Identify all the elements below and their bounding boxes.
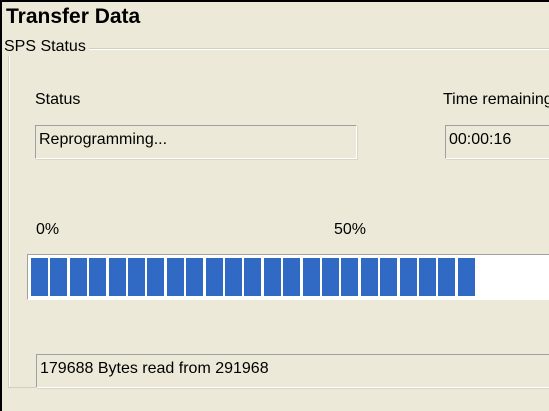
time-remaining-label: Time remaining (443, 91, 549, 108)
progress-segment (109, 258, 126, 296)
progress-segment (225, 258, 242, 296)
progress-segment (458, 258, 475, 296)
progress-segment (322, 258, 339, 296)
bytes-read-text: 179688 Bytes read from 291968 (40, 360, 269, 377)
bytes-read-field: 179688 Bytes read from 291968 (36, 354, 549, 388)
time-remaining-field: 00:00:16 (445, 125, 549, 159)
progress-segment (70, 258, 87, 296)
progress-segment (244, 258, 261, 296)
transfer-progress-bar (27, 254, 549, 300)
window-title: Transfer Data (6, 5, 141, 28)
progress-segment (380, 258, 397, 296)
progress-segment (206, 258, 223, 296)
progress-segment (31, 258, 48, 296)
progress-scale-start: 0% (36, 221, 60, 238)
progress-track (31, 258, 549, 296)
progress-segment (283, 258, 300, 296)
progress-segment (186, 258, 203, 296)
progress-segment (147, 258, 164, 296)
progress-segment (419, 258, 436, 296)
progress-segment (341, 258, 358, 296)
progress-scale-mid: 50% (334, 221, 367, 238)
transfer-data-window: Transfer Data SPS Status Status Reprogra… (0, 0, 549, 411)
progress-segment (303, 258, 320, 296)
progress-segment (400, 258, 417, 296)
progress-segment (438, 258, 455, 296)
progress-segment (167, 258, 184, 296)
progress-segment (128, 258, 145, 296)
status-value: Reprogramming... (39, 131, 168, 148)
status-field: Reprogramming... (35, 125, 357, 159)
progress-segment (361, 258, 378, 296)
time-remaining-value: 00:00:16 (449, 131, 512, 148)
progress-segment (89, 258, 106, 296)
sps-status-legend: SPS Status (3, 38, 89, 56)
status-label: Status (35, 91, 81, 108)
progress-segment (50, 258, 67, 296)
progress-segment (264, 258, 281, 296)
